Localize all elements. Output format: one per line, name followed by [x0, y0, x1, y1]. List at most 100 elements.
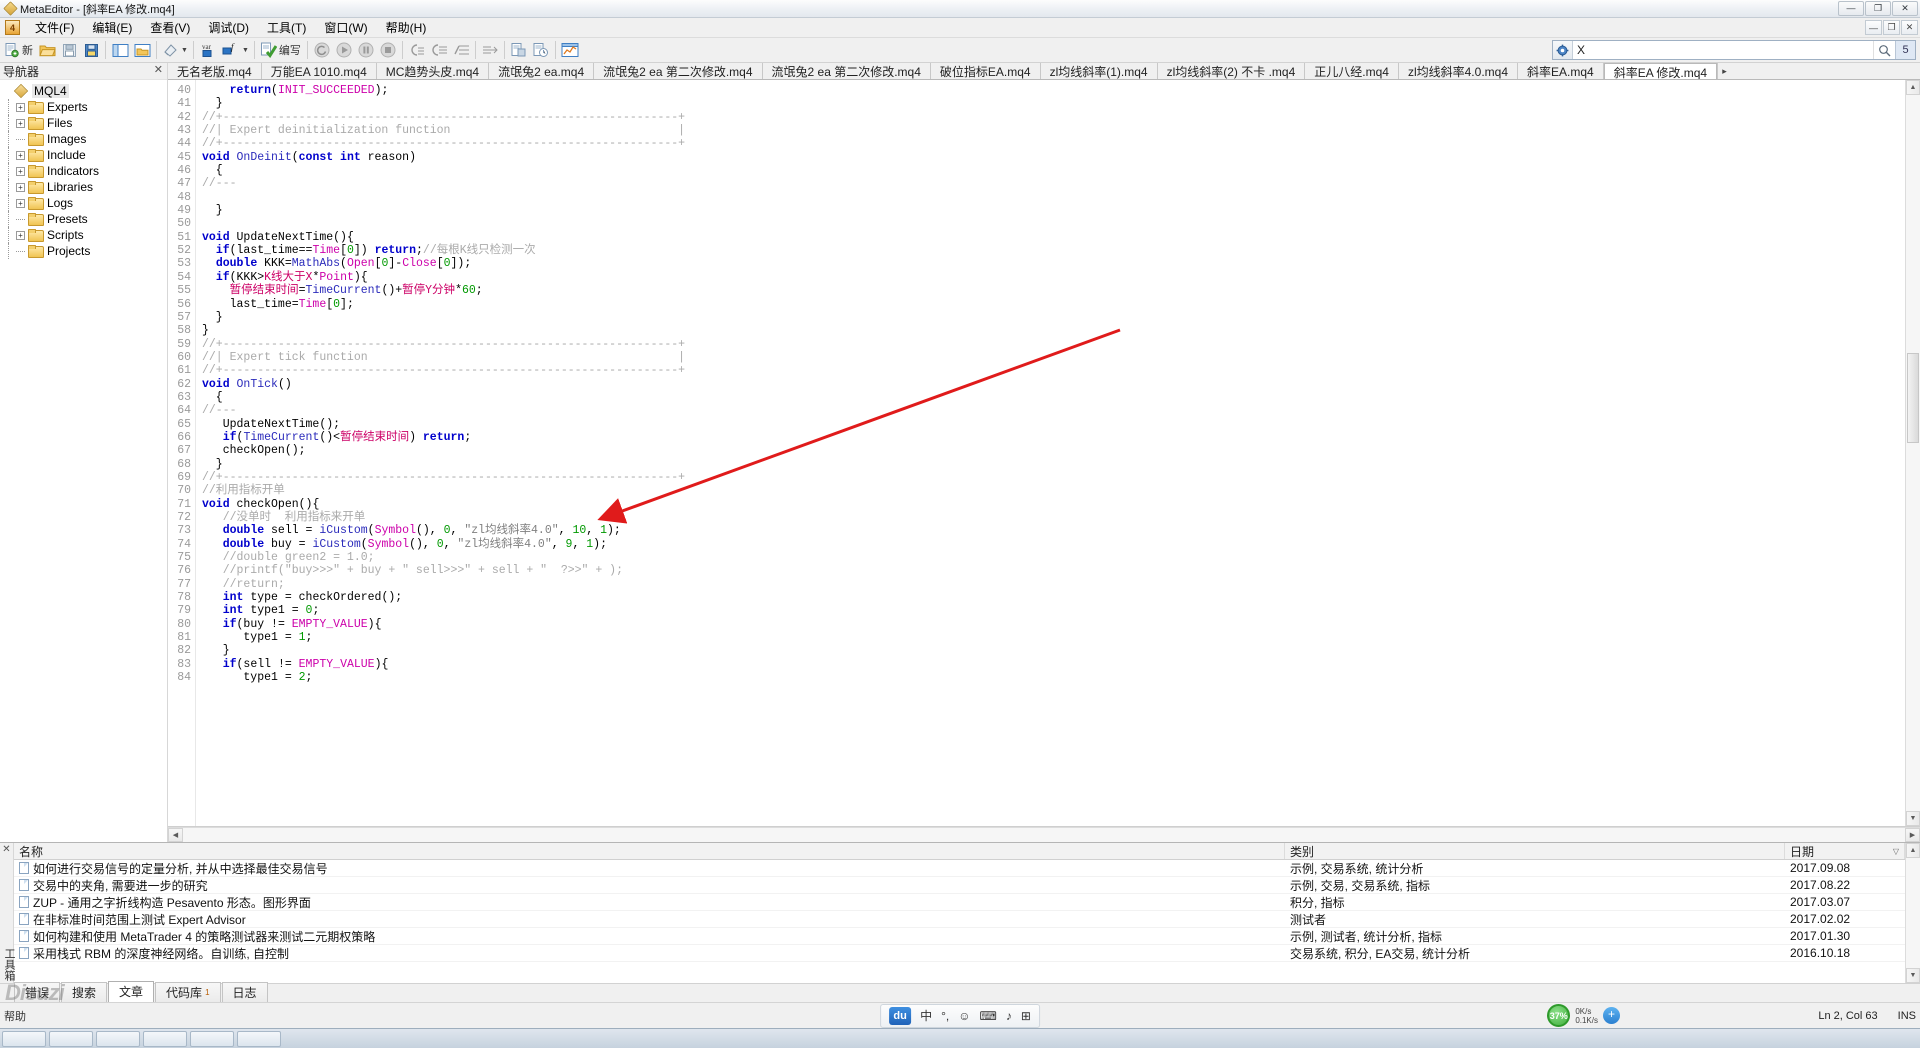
code-line[interactable]: //return; — [202, 578, 1905, 591]
navigator-close-icon[interactable]: ✕ — [154, 65, 163, 76]
navigator-item-presets[interactable]: Presets — [4, 211, 167, 227]
debug-pause-button[interactable] — [355, 39, 377, 61]
scroll-track[interactable] — [1906, 95, 1920, 811]
code-line[interactable]: type1 = 1; — [202, 631, 1905, 644]
taskbar-item[interactable] — [2, 1030, 46, 1047]
tab-scroll-right-icon[interactable]: ▸ — [1717, 63, 1732, 79]
debug-stop-button[interactable] — [377, 39, 399, 61]
document-tab[interactable]: MC趋势头皮.mq4 — [376, 63, 490, 79]
functions-dropdown-caret[interactable]: ▼ — [242, 47, 249, 54]
editor-vertical-scrollbar[interactable]: ▲ ▼ — [1905, 80, 1920, 826]
navigator-item-projects[interactable]: Projects — [4, 243, 167, 259]
mdi-restore-button[interactable]: ❐ — [1883, 20, 1900, 35]
editor-horizontal-scrollbar[interactable]: ◀ ▶ — [168, 827, 1920, 842]
code-editor[interactable]: 40 41 42 43 44 45 46 47 48 49 50 51 52 53 54 55 56 57 58 59… — [168, 80, 1920, 827]
table-row[interactable]: 交易中的夹角, 需要进一步的研究 示例, 交易, 交易系统, 指标 2017.08.… — [14, 877, 1905, 894]
magnifier-icon[interactable] — [1873, 41, 1895, 59]
code-line[interactable]: double sell = iCustom(Symbol(), 0, "zl均线… — [202, 524, 1905, 537]
code-line[interactable]: if(TimeCurrent()<暂停结束时间) return; — [202, 431, 1905, 444]
toggle-navigator-button[interactable] — [109, 39, 131, 61]
code-line[interactable]: //double green2 = 1.0; — [202, 551, 1905, 564]
navigator-item-indicators[interactable]: + Indicators — [4, 163, 167, 179]
document-tab[interactable]: 斜率EA.mq4 — [1518, 63, 1604, 79]
close-button[interactable]: ✕ — [1892, 1, 1918, 16]
taskbar-item[interactable] — [49, 1030, 93, 1047]
mdi-minimize-button[interactable]: — — [1865, 20, 1882, 35]
code-line[interactable]: //| Expert deinitialization function | — [202, 124, 1905, 137]
profiler-button[interactable] — [530, 39, 552, 61]
code-line[interactable]: UpdateNextTime(); — [202, 418, 1905, 431]
table-row[interactable]: ZUP - 通用之字折线构造 Pesavento 形态。图形界面 积分, 指标 20… — [14, 894, 1905, 911]
toolbox-tab-日志[interactable]: 日志 — [221, 982, 268, 1002]
document-tab[interactable]: 万能EA 1010.mq4 — [261, 63, 377, 79]
table-row[interactable]: 在非标准时间范围上测试 Expert Advisor 测试者 2017.02.02 — [14, 911, 1905, 928]
navigator-item-images[interactable]: Images — [4, 131, 167, 147]
code-line[interactable]: 暂停结束时间=TimeCurrent()+暂停Y分钟*60; — [202, 284, 1905, 297]
document-tab[interactable]: 流氓兔2 ea 第二次修改.mq4 — [762, 63, 931, 79]
ime-menu-icon[interactable]: ⊞ — [1021, 1009, 1031, 1023]
code-line[interactable]: void checkOpen(){ — [202, 498, 1905, 511]
save-button[interactable] — [58, 39, 80, 61]
code-line[interactable]: //+-------------------------------------… — [202, 137, 1905, 150]
scroll-up-arrow-icon[interactable]: ▲ — [1906, 80, 1920, 95]
navigator-item-include[interactable]: + Include — [4, 147, 167, 163]
table-row[interactable]: 如何构建和使用 MetaTrader 4 的策略测试器来测试二元期权策略 示例, … — [14, 928, 1905, 945]
code-line[interactable] — [202, 217, 1905, 230]
network-speed-widget[interactable]: 37% 0K/s 0.1K/s + — [1547, 1004, 1620, 1027]
navigator-tree[interactable]: MQL4 + Experts + Files Images + Include + Indica… — [0, 80, 167, 842]
code-line[interactable]: } — [202, 311, 1905, 324]
cell-name[interactable]: 交易中的夹角, 需要进一步的研究 — [14, 877, 1285, 894]
save-all-button[interactable] — [80, 39, 102, 61]
navigator-item-libraries[interactable]: + Libraries — [4, 179, 167, 195]
code-line[interactable]: type1 = 2; — [202, 671, 1905, 684]
ime-mode-chinese[interactable]: 中 — [920, 1007, 932, 1024]
cell-name[interactable]: ZUP - 通用之字折线构造 Pesavento 形态。图形界面 — [14, 894, 1285, 911]
navigator-item-files[interactable]: + Files — [4, 115, 167, 131]
cell-name[interactable]: 在非标准时间范围上测试 Expert Advisor — [14, 911, 1285, 928]
hscroll-track[interactable] — [183, 828, 1905, 842]
column-header-name[interactable]: 名称 — [14, 843, 1285, 859]
code-line[interactable]: //+-------------------------------------… — [202, 111, 1905, 124]
search-input[interactable] — [1573, 41, 1873, 59]
code-line[interactable]: } — [202, 324, 1905, 337]
toolbox-scroll-up-icon[interactable]: ▲ — [1906, 843, 1920, 858]
code-line[interactable]: { — [202, 391, 1905, 404]
menu-tools[interactable]: 工具(T) — [258, 17, 315, 38]
ime-punctuation[interactable]: °, — [941, 1009, 949, 1023]
scroll-down-arrow-icon[interactable]: ▼ — [1906, 811, 1920, 826]
search-box[interactable]: 5 — [1552, 40, 1916, 60]
ime-logo-icon[interactable]: du — [889, 1006, 912, 1025]
document-tab[interactable]: 破位指标EA.mq4 — [930, 63, 1041, 79]
document-tab[interactable]: 流氓兔2 ea.mq4 — [489, 63, 595, 79]
expand-plus-icon[interactable]: + — [16, 230, 25, 240]
hscroll-right-arrow-icon[interactable]: ▶ — [1905, 828, 1920, 842]
menu-debug[interactable]: 调试(D) — [199, 17, 258, 38]
column-header-date[interactable]: 日期 ▽ — [1785, 843, 1905, 859]
cell-name[interactable]: 如何进行交易信号的定量分析, 并从中选择最佳交易信号 — [14, 860, 1285, 877]
code-line[interactable]: { — [202, 164, 1905, 177]
cell-name[interactable]: 如何构建和使用 MetaTrader 4 的策略测试器来测试二元期权策略 — [14, 928, 1285, 945]
debug-step-back-button[interactable] — [311, 39, 333, 61]
toolbox-table-body[interactable]: 如何进行交易信号的定量分析, 并从中选择最佳交易信号 示例, 交易系统, 统计分析… — [14, 860, 1905, 983]
code-line[interactable]: if(sell != EMPTY_VALUE){ — [202, 658, 1905, 671]
style-button[interactable]: ▼ — [160, 39, 190, 61]
menu-help[interactable]: 帮助(H) — [377, 17, 436, 38]
expand-plus-icon[interactable]: + — [16, 198, 25, 208]
document-tab[interactable]: 无名老版.mq4 — [168, 63, 262, 79]
code-line[interactable]: //利用指标开单 — [202, 484, 1905, 497]
code-line[interactable]: } — [202, 204, 1905, 217]
step-out-button[interactable] — [450, 39, 472, 61]
properties-button[interactable] — [508, 39, 530, 61]
code-line[interactable]: //+-------------------------------------… — [202, 471, 1905, 484]
expand-plus-icon[interactable]: + — [16, 118, 25, 128]
tree-root-mql4[interactable]: MQL4 — [12, 83, 167, 99]
toolbox-close-icon[interactable]: ✕ — [0, 843, 13, 855]
maximize-button[interactable]: ❐ — [1865, 1, 1891, 16]
code-line[interactable]: //--- — [202, 404, 1905, 417]
network-percent-badge[interactable]: 37% — [1547, 1004, 1571, 1027]
variables-button[interactable]: var — [197, 39, 219, 61]
taskbar-item[interactable] — [143, 1030, 187, 1047]
code-line[interactable]: } — [202, 97, 1905, 110]
code-line[interactable]: int type1 = 0; — [202, 604, 1905, 617]
expand-plus-icon[interactable]: + — [16, 102, 25, 112]
